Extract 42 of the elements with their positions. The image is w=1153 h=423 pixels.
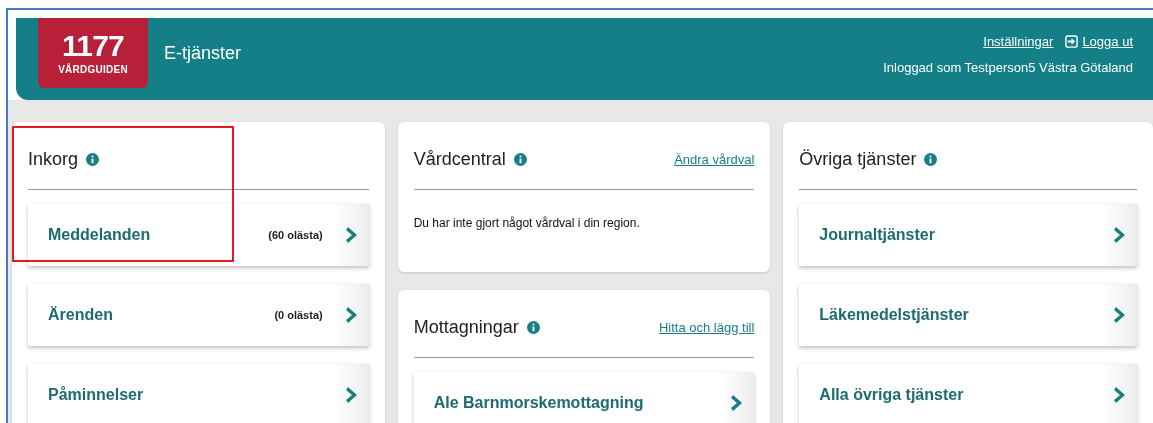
service-row[interactable]: Alla övriga tjänster xyxy=(799,364,1137,423)
service-row[interactable]: Journaltjänster xyxy=(799,204,1137,266)
logo[interactable]: 1177 VÅRDGUIDEN xyxy=(38,18,148,88)
info-icon[interactable] xyxy=(513,153,527,166)
chevron-right-icon xyxy=(1114,306,1126,324)
row-label: Journaltjänster xyxy=(819,225,936,245)
chevron-right-icon xyxy=(345,306,358,324)
row-label: Läkemedelstjänster xyxy=(819,305,970,325)
row-label: Ale Barnmorskemottagning xyxy=(433,393,645,413)
unread-count: (60 olästa) xyxy=(268,227,323,243)
card-message: Du har inte gjort något vårdval i din region. xyxy=(413,215,641,232)
info-icon[interactable] xyxy=(924,153,938,166)
service-row[interactable]: Påminnelser xyxy=(28,364,369,423)
header-link[interactable]: Inställningar xyxy=(983,32,1054,52)
card-title: Övriga tjänster xyxy=(799,148,917,171)
chevron-right-icon xyxy=(345,386,358,404)
unread-count: (0 olästa) xyxy=(274,307,323,323)
card-title: Inkorg xyxy=(28,148,79,171)
header-link[interactable]: Logga ut xyxy=(1082,32,1133,52)
row-label: Meddelanden xyxy=(48,225,152,245)
info-icon[interactable] xyxy=(86,153,100,166)
service-row[interactable]: Ärenden (0 olästa) xyxy=(28,284,369,346)
service-row[interactable]: Meddelanden (60 olästa) xyxy=(28,204,369,266)
row-label: Påminnelser xyxy=(48,385,145,405)
card-title: Mottagningar xyxy=(413,316,519,339)
card-title: Vårdcentral xyxy=(413,148,506,171)
service-row[interactable]: Ale Barnmorskemottagning xyxy=(413,372,755,423)
chevron-right-icon xyxy=(731,394,744,412)
logo-name: VÅRDGUIDEN xyxy=(58,65,128,75)
logged-in-text: Inloggad som Testperson5 Västra Götaland xyxy=(883,58,1133,77)
info-icon[interactable] xyxy=(526,321,540,334)
service-row[interactable]: Läkemedelstjänster xyxy=(799,284,1137,346)
logout-icon xyxy=(1065,35,1079,49)
app-title: E-tjänster xyxy=(164,42,242,65)
chevron-right-icon xyxy=(345,226,358,244)
card-link[interactable]: Ändra vårdval xyxy=(674,149,755,170)
chevron-right-icon xyxy=(1114,226,1126,244)
row-label: Alla övriga tjänster xyxy=(819,385,965,405)
chevron-right-icon xyxy=(1114,386,1126,404)
row-label: Ärenden xyxy=(48,305,114,325)
card-link[interactable]: Hitta och lägg till xyxy=(658,317,755,338)
logo-number: 1177 xyxy=(61,31,125,61)
